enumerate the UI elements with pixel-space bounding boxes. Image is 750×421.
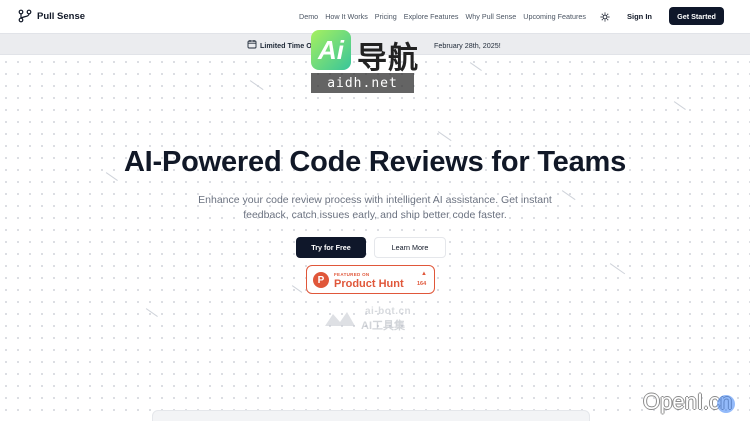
product-hunt-logo-icon: P [313, 272, 329, 288]
hero-subtitle: Enhance your code review process with in… [198, 194, 552, 221]
watermark2-line2: AI工具集 [361, 320, 405, 332]
brand-name: Pull Sense [37, 10, 86, 22]
nav-link-why-pull-sense[interactable]: Why Pull Sense [466, 12, 517, 21]
nav-link-pricing[interactable]: Pricing [375, 12, 397, 21]
watermark-dot [717, 395, 735, 413]
watermark-cn-text: 导航 [357, 42, 419, 75]
watermark-badge: Ai [311, 30, 351, 70]
brand[interactable]: Pull Sense [18, 9, 85, 23]
nav-link-how-it-works[interactable]: How It Works [325, 12, 368, 21]
sign-in-link[interactable]: Sign In [627, 12, 652, 21]
watermark-ai-bot: ai-bot.cn AI工具集 [323, 306, 433, 332]
hero-title: AI-Powered Code Reviews for Teams [123, 146, 627, 178]
ph-vote-count: 164 [417, 281, 427, 287]
corner-watermark: OpenI.cn [643, 389, 743, 419]
demo-preview-card [152, 410, 590, 421]
sun-icon [600, 12, 610, 22]
ph-featured-label: FEATURED ON [334, 272, 370, 277]
upvote-icon: ▲ [421, 271, 427, 277]
nav-link-upcoming-features[interactable]: Upcoming Features [523, 12, 586, 21]
nav-link-explore-features[interactable]: Explore Features [404, 12, 459, 21]
learn-more-button[interactable]: Learn More [374, 237, 446, 258]
theme-toggle-button[interactable] [596, 8, 614, 26]
watermark-url: aidh.net [311, 73, 414, 93]
calendar-icon [247, 40, 257, 49]
nav-links: Demo How It Works Pricing Explore Featur… [299, 12, 586, 21]
watermark-logo-icon [325, 312, 355, 326]
ph-name: Product Hunt [334, 278, 404, 290]
product-hunt-badge[interactable]: P FEATURED ON Product Hunt ▲ 164 [306, 265, 435, 294]
try-for-free-button[interactable]: Try for Free [296, 237, 366, 258]
get-started-button[interactable]: Get Started [669, 7, 724, 25]
nav-link-demo[interactable]: Demo [299, 12, 318, 21]
watermark-aidh: Ai 导航 aidh.net [311, 30, 431, 96]
top-navbar: Pull Sense Demo How It Works Pricing Exp… [0, 0, 750, 33]
logo-icon [18, 9, 32, 23]
banner-tail-text: February 28th, 2025! [434, 41, 501, 50]
watermark2-line1: ai-bot.cn [365, 306, 412, 317]
